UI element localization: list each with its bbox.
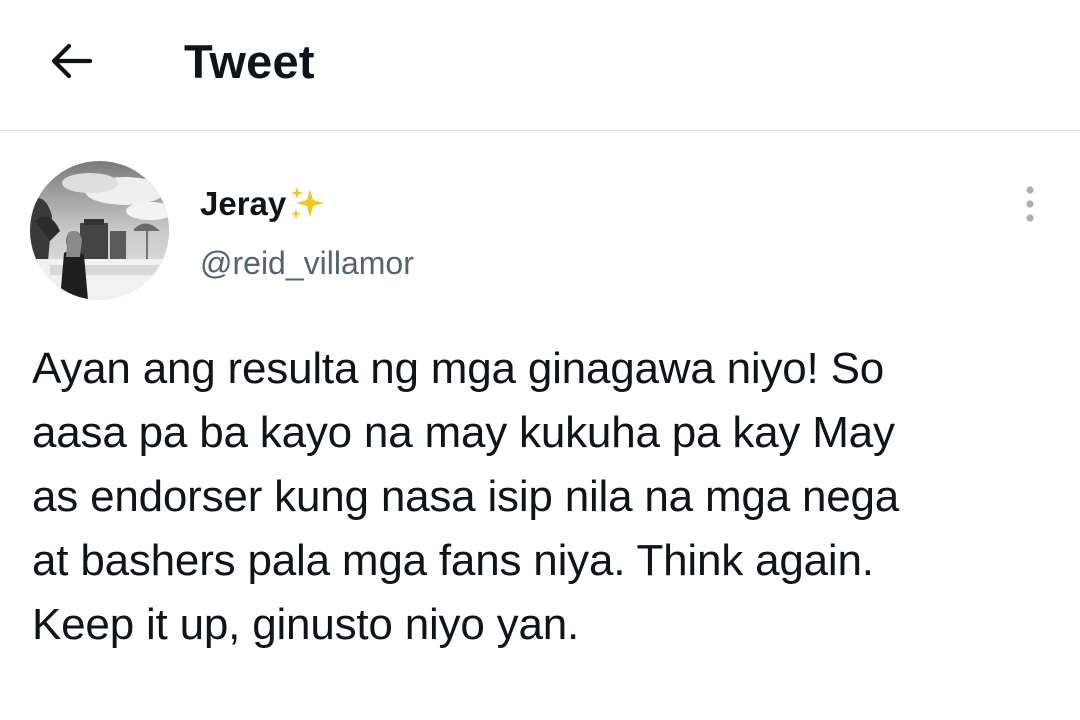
author-name[interactable]: Jeray (200, 184, 326, 224)
tweet-detail-page: Tweet Jeray @reid_villamor Ayan ang resu… (0, 0, 1080, 720)
page-title: Tweet (184, 35, 315, 88)
arrow-left-icon (51, 43, 93, 79)
tweet-text: Ayan ang resulta ng mga ginagawa niyo! S… (32, 344, 900, 649)
avatar-image (30, 161, 169, 300)
author-handle[interactable]: @reid_villamor (200, 243, 414, 283)
top-bar: Tweet (0, 0, 1080, 131)
avatar[interactable] (30, 161, 169, 300)
author-display-name: Jeray (200, 185, 287, 222)
more-vertical-icon (1026, 186, 1034, 222)
more-options-button[interactable] (1008, 180, 1052, 228)
back-button[interactable] (36, 28, 108, 94)
sparkles-icon (291, 187, 325, 219)
